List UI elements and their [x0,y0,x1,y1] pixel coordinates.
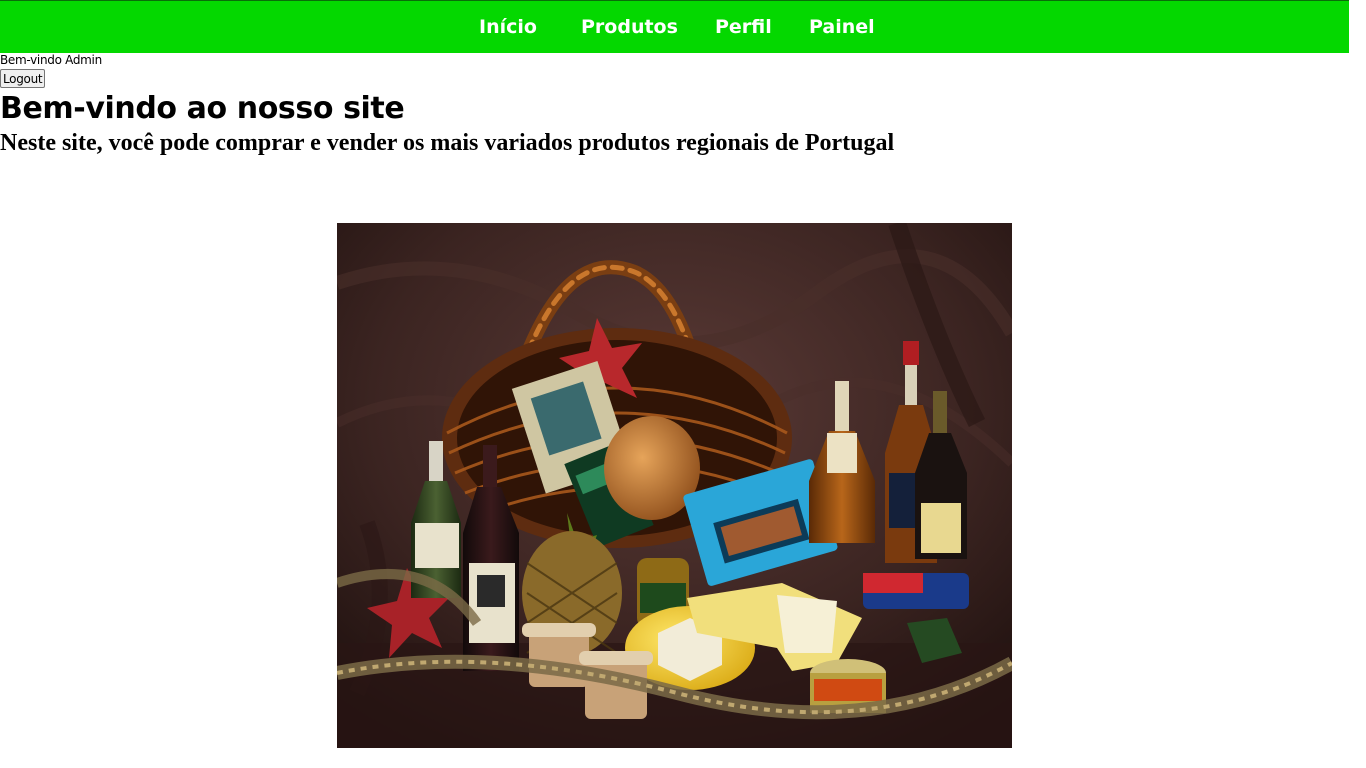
hero-image-gift-basket [337,223,1012,748]
nav-link-produtos[interactable]: Produtos [581,15,678,39]
nav-link-painel[interactable]: Painel [809,15,875,39]
nav-link-inicio[interactable]: Início [479,15,537,39]
page: Início Produtos Perfil Painel Bem-vindo … [0,0,1349,768]
logout-button[interactable]: Logout [0,69,46,88]
page-subtitle: Neste site, você pode comprar e vender o… [0,130,895,156]
welcome-user-text: Bem-vindo Admin [0,53,102,67]
nav-link-perfil[interactable]: Perfil [715,15,772,39]
top-navigation-bar: Início Produtos Perfil Painel [0,0,1349,53]
page-title: Bem-vindo ao nosso site [0,91,405,126]
